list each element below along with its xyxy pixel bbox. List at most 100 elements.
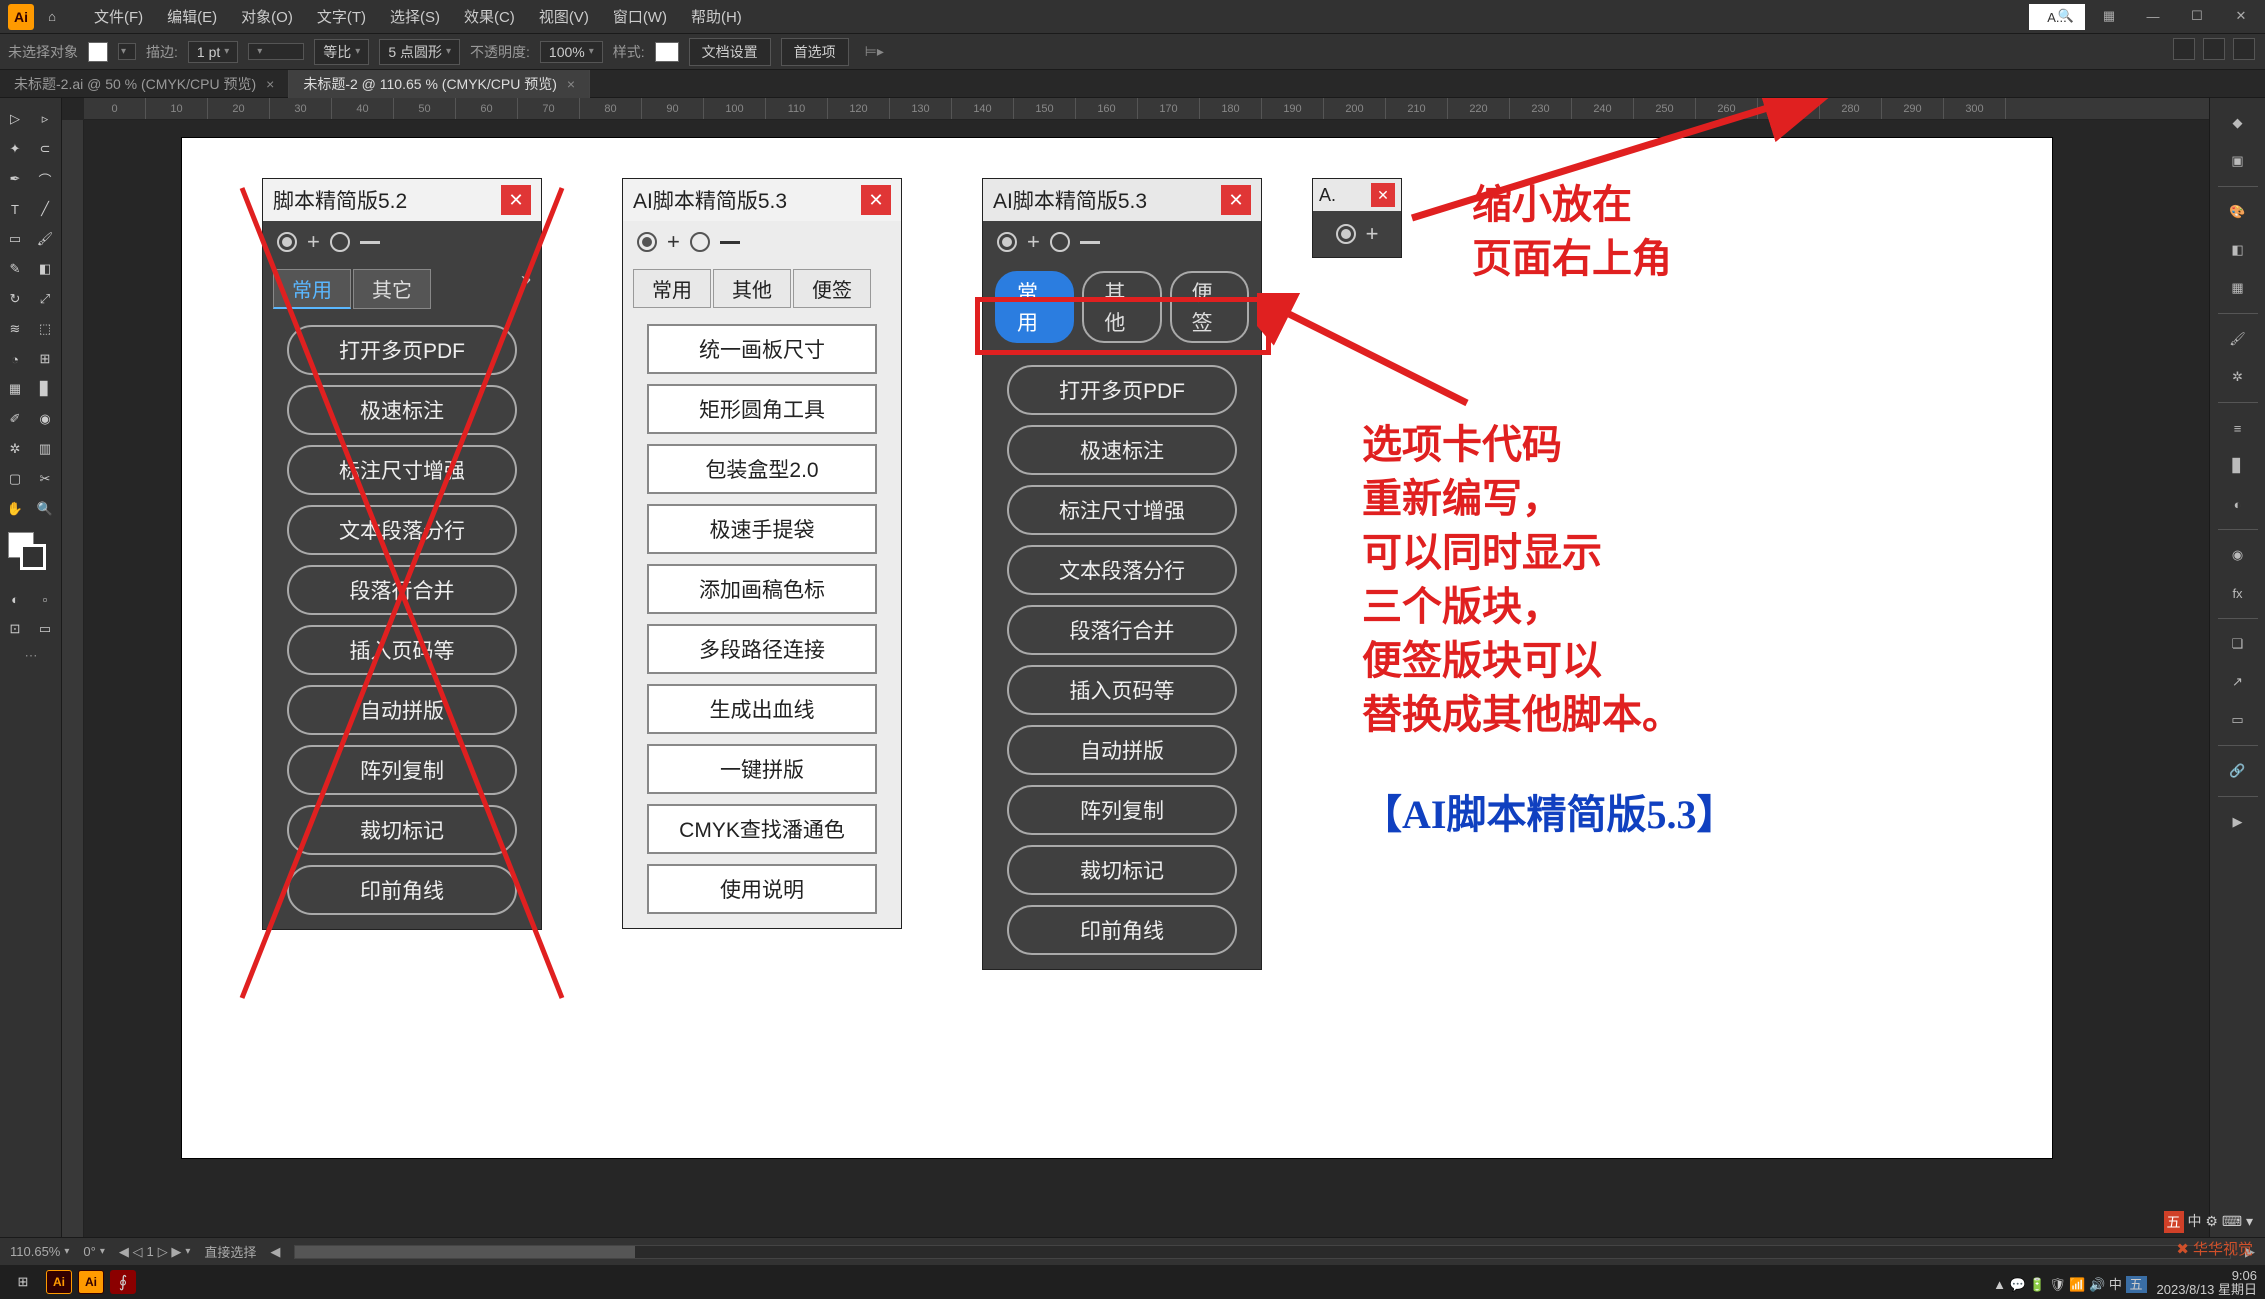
- tab-other[interactable]: 其它: [353, 269, 431, 309]
- script-button[interactable]: 打开多页PDF: [287, 325, 517, 375]
- line-tool[interactable]: ╱: [30, 194, 60, 224]
- doc-tab-0[interactable]: 未标题-2.ai @ 50 % (CMYK/CPU 预览)×: [0, 70, 289, 98]
- script-button[interactable]: 文本段落分行: [1007, 545, 1237, 595]
- scroll-left-icon[interactable]: ◀: [270, 1244, 280, 1260]
- curvature-tool[interactable]: ⌒: [30, 164, 60, 194]
- transparency-panel-icon[interactable]: ◐: [2219, 487, 2257, 521]
- start-button[interactable]: ⊞: [6, 1268, 40, 1296]
- radio-on-icon[interactable]: [637, 232, 657, 252]
- home-icon[interactable]: ⌂: [38, 3, 66, 31]
- width-tool[interactable]: ≋: [0, 314, 30, 344]
- tab-notes[interactable]: 便签: [793, 269, 871, 308]
- libraries-panel-icon[interactable]: ▣: [2219, 144, 2257, 178]
- script-button[interactable]: 矩形圆角工具: [647, 384, 877, 434]
- taskbar-clock[interactable]: 9:06 2023/8/13 星期日: [2157, 1269, 2257, 1297]
- menu-object[interactable]: 对象(O): [231, 2, 303, 31]
- color-guide-panel-icon[interactable]: ◧: [2219, 233, 2257, 267]
- draw-mode[interactable]: ⊡: [0, 614, 30, 644]
- edit-toolbar[interactable]: ⋯: [0, 644, 62, 668]
- selection-tool[interactable]: ▷: [0, 104, 30, 134]
- panel-52-close[interactable]: ✕: [501, 185, 531, 215]
- radio-off-icon[interactable]: [690, 232, 710, 252]
- tab-common[interactable]: 常用: [633, 269, 711, 308]
- script-button[interactable]: 印前角线: [1007, 905, 1237, 955]
- menu-edit[interactable]: 编辑(E): [157, 2, 227, 31]
- type-tool[interactable]: T: [0, 194, 30, 224]
- script-button[interactable]: 一键拼版: [647, 744, 877, 794]
- uniform-dropdown[interactable]: 等比: [314, 39, 369, 65]
- mesh-tool[interactable]: ▦: [0, 374, 30, 404]
- blend-tool[interactable]: ◉: [30, 404, 60, 434]
- script-button[interactable]: 阵列复制: [1007, 785, 1237, 835]
- tab-common[interactable]: 常用: [273, 269, 351, 309]
- rotate-tool[interactable]: ↻: [0, 284, 30, 314]
- panel-53light-close[interactable]: ✕: [861, 185, 891, 215]
- asset-export-panel-icon[interactable]: ↗: [2219, 665, 2257, 699]
- minus-icon[interactable]: [360, 241, 380, 244]
- radio-on-icon[interactable]: [277, 232, 297, 252]
- hand-tool[interactable]: ✋: [0, 494, 30, 524]
- color-panel-icon[interactable]: 🎨: [2219, 195, 2257, 229]
- panel-53dark-close[interactable]: ✕: [1221, 185, 1251, 215]
- fill-dropdown[interactable]: [118, 43, 136, 60]
- script-button[interactable]: 自动拼版: [287, 685, 517, 735]
- radio-on-icon[interactable]: [1336, 224, 1356, 244]
- script-button[interactable]: 裁切标记: [287, 805, 517, 855]
- close-button[interactable]: ✕: [2225, 4, 2257, 28]
- layers-panel-icon[interactable]: ❏: [2219, 627, 2257, 661]
- slice-tool[interactable]: ✂: [30, 464, 60, 494]
- stroke-profile[interactable]: [248, 43, 304, 60]
- zoom-tool[interactable]: 🔍: [30, 494, 60, 524]
- radio-on-icon[interactable]: [997, 232, 1017, 252]
- script-button[interactable]: 极速标注: [287, 385, 517, 435]
- script-button[interactable]: 印前角线: [287, 865, 517, 915]
- doc-setup-button[interactable]: 文档设置: [689, 38, 771, 66]
- arrange-icon[interactable]: ▦: [2093, 4, 2125, 28]
- script-button[interactable]: 统一画板尺寸: [647, 324, 877, 374]
- fill-swatch[interactable]: [88, 42, 108, 62]
- rectangle-tool[interactable]: ▭: [0, 224, 30, 254]
- menu-help[interactable]: 帮助(H): [681, 2, 752, 31]
- stroke-weight[interactable]: 1 pt: [188, 41, 238, 63]
- script-button[interactable]: 裁切标记: [1007, 845, 1237, 895]
- minimize-button[interactable]: —: [2137, 4, 2169, 28]
- artboard-nav[interactable]: ◀ ◁ 1 ▷ ▶: [119, 1244, 190, 1260]
- script-button[interactable]: 极速标注: [1007, 425, 1237, 475]
- play-icon[interactable]: ▶: [2219, 805, 2257, 839]
- links-panel-icon[interactable]: 🔗: [2219, 754, 2257, 788]
- ime-icon[interactable]: 五: [2164, 1211, 2184, 1233]
- brush-dropdown[interactable]: 5 点圆形: [379, 39, 460, 65]
- script-button[interactable]: 生成出血线: [647, 684, 877, 734]
- eyedropper-tool[interactable]: ✐: [0, 404, 30, 434]
- menu-select[interactable]: 选择(S): [380, 2, 450, 31]
- menu-effect[interactable]: 效果(C): [454, 2, 525, 31]
- script-button[interactable]: 段落行合并: [1007, 605, 1237, 655]
- prefs-button[interactable]: 首选项: [781, 38, 849, 66]
- opacity-value[interactable]: 100%: [540, 41, 603, 63]
- symbols-panel-icon[interactable]: ✲: [2219, 360, 2257, 394]
- gpu-icon[interactable]: [2203, 38, 2225, 60]
- plus-icon[interactable]: +: [667, 229, 680, 255]
- search-icon[interactable]: 🔍: [2051, 4, 2081, 28]
- radio-off-icon[interactable]: [1050, 232, 1070, 252]
- menu-type[interactable]: 文字(T): [307, 2, 376, 31]
- screen-toggle[interactable]: ▭: [30, 614, 60, 644]
- pen-tool[interactable]: ✒: [0, 164, 30, 194]
- graph-tool[interactable]: ▥: [30, 434, 60, 464]
- panel-mini-close[interactable]: ✕: [1371, 183, 1395, 207]
- graphic-styles-panel-icon[interactable]: fx: [2219, 576, 2257, 610]
- minus-icon[interactable]: [1080, 241, 1100, 244]
- tab-other[interactable]: 其他: [713, 269, 791, 308]
- tray-icons[interactable]: ▲ 💬 🔋 🛡 📶 🔊 中 五: [1993, 1274, 2146, 1293]
- properties-panel-icon[interactable]: ◆: [2219, 106, 2257, 140]
- radio-off-icon[interactable]: [330, 232, 350, 252]
- free-transform-tool[interactable]: ⬚: [30, 314, 60, 344]
- canvas[interactable]: 0102030405060708090100110120130140150160…: [62, 98, 2209, 1237]
- script-button[interactable]: 极速手提袋: [647, 504, 877, 554]
- script-button[interactable]: 自动拼版: [1007, 725, 1237, 775]
- doc-arrange-icon[interactable]: [2173, 38, 2195, 60]
- taskbar-ai-1[interactable]: Ai: [46, 1270, 72, 1294]
- style-swatch[interactable]: [655, 42, 679, 62]
- brushes-panel-icon[interactable]: 🖌: [2219, 322, 2257, 356]
- script-button[interactable]: 包装盒型2.0: [647, 444, 877, 494]
